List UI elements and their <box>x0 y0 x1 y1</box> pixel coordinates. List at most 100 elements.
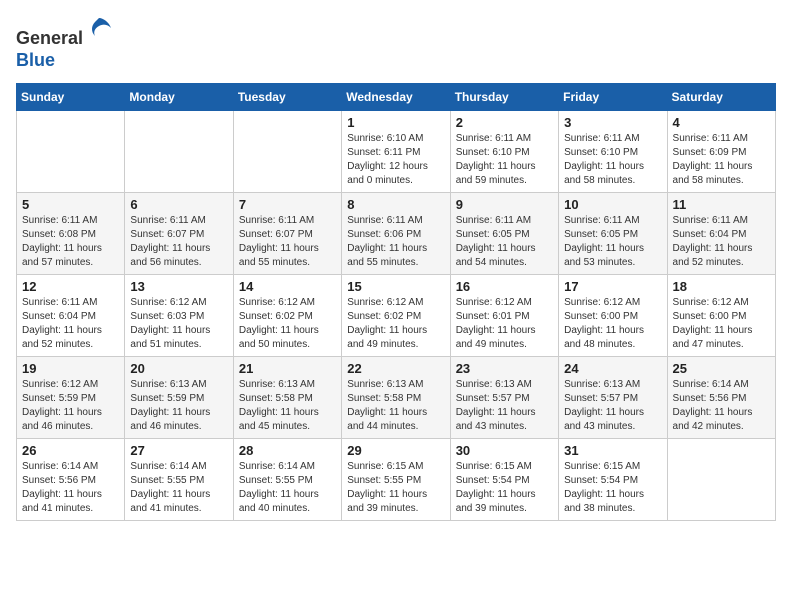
day-number: 23 <box>456 361 553 376</box>
calendar-cell: 8 Sunrise: 6:11 AM Sunset: 6:06 PM Daylig… <box>342 193 450 275</box>
calendar-cell <box>17 111 125 193</box>
calendar-cell: 13 Sunrise: 6:12 AM Sunset: 6:03 PM Dayli… <box>125 275 233 357</box>
day-number: 8 <box>347 197 444 212</box>
calendar-cell: 18 Sunrise: 6:12 AM Sunset: 6:00 PM Dayli… <box>667 275 775 357</box>
day-number: 9 <box>456 197 553 212</box>
day-number: 27 <box>130 443 227 458</box>
calendar-week-row: 19 Sunrise: 6:12 AM Sunset: 5:59 PM Dayli… <box>17 357 776 439</box>
day-info: Sunrise: 6:12 AM Sunset: 6:02 PM Dayligh… <box>239 296 336 352</box>
day-info: Sunrise: 6:12 AM Sunset: 6:00 PM Dayligh… <box>673 296 770 352</box>
calendar-cell: 9 Sunrise: 6:11 AM Sunset: 6:05 PM Daylig… <box>450 193 558 275</box>
day-info: Sunrise: 6:13 AM Sunset: 5:58 PM Dayligh… <box>239 378 336 434</box>
calendar-cell: 6Sunrise: 6:11 AM Sunset: 6:07 PM Daylig… <box>125 193 233 275</box>
day-number: 17 <box>564 279 661 294</box>
day-number: 30 <box>456 443 553 458</box>
day-number: 19 <box>22 361 119 376</box>
day-number: 12 <box>22 279 119 294</box>
day-info: Sunrise: 6:11 AM Sunset: 6:06 PM Dayligh… <box>347 214 444 270</box>
calendar-cell: 11 Sunrise: 6:11 AM Sunset: 6:04 PM Dayli… <box>667 193 775 275</box>
day-info: Sunrise: 6:11 AM Sunset: 6:10 PM Dayligh… <box>456 132 553 188</box>
day-number: 21 <box>239 361 336 376</box>
calendar-cell: 21 Sunrise: 6:13 AM Sunset: 5:58 PM Dayli… <box>233 357 341 439</box>
day-number: 2 <box>456 115 553 130</box>
page-header: General Blue <box>16 16 776 71</box>
day-of-week-header: Saturday <box>667 84 775 111</box>
logo: General Blue <box>16 16 113 71</box>
calendar-cell: 27Sunrise: 6:14 AM Sunset: 5:55 PM Dayli… <box>125 439 233 521</box>
day-info: Sunrise: 6:15 AM Sunset: 5:55 PM Dayligh… <box>347 460 444 516</box>
day-number: 25 <box>673 361 770 376</box>
day-number: 24 <box>564 361 661 376</box>
calendar-cell <box>667 439 775 521</box>
calendar-cell: 28 Sunrise: 6:14 AM Sunset: 5:55 PM Dayli… <box>233 439 341 521</box>
day-of-week-header: Thursday <box>450 84 558 111</box>
calendar-cell: 16 Sunrise: 6:12 AM Sunset: 6:01 PM Dayli… <box>450 275 558 357</box>
calendar-cell <box>125 111 233 193</box>
day-info: Sunrise: 6:14 AM Sunset: 5:56 PM Dayligh… <box>22 460 119 516</box>
calendar-body: 1 Sunrise: 6:10 AM Sunset: 6:11 PM Daylig… <box>17 111 776 521</box>
day-number: 11 <box>673 197 770 212</box>
day-number: 3 <box>564 115 661 130</box>
day-number: 6 <box>130 197 227 212</box>
day-number: 1 <box>347 115 444 130</box>
day-info: Sunrise: 6:11 AM Sunset: 6:04 PM Dayligh… <box>673 214 770 270</box>
day-of-week-header: Wednesday <box>342 84 450 111</box>
calendar-cell: 24Sunrise: 6:13 AM Sunset: 5:57 PM Dayli… <box>559 357 667 439</box>
calendar-cell: 23 Sunrise: 6:13 AM Sunset: 5:57 PM Dayli… <box>450 357 558 439</box>
calendar-table: SundayMondayTuesdayWednesdayThursdayFrid… <box>16 83 776 521</box>
day-info: Sunrise: 6:12 AM Sunset: 6:00 PM Dayligh… <box>564 296 661 352</box>
calendar-cell: 19 Sunrise: 6:12 AM Sunset: 5:59 PM Dayli… <box>17 357 125 439</box>
calendar-cell: 17 Sunrise: 6:12 AM Sunset: 6:00 PM Dayli… <box>559 275 667 357</box>
calendar-cell: 4 Sunrise: 6:11 AM Sunset: 6:09 PM Daylig… <box>667 111 775 193</box>
calendar-cell: 26 Sunrise: 6:14 AM Sunset: 5:56 PM Dayli… <box>17 439 125 521</box>
calendar-cell <box>233 111 341 193</box>
calendar-cell: 14Sunrise: 6:12 AM Sunset: 6:02 PM Dayli… <box>233 275 341 357</box>
calendar-cell: 5Sunrise: 6:11 AM Sunset: 6:08 PM Daylig… <box>17 193 125 275</box>
calendar-cell: 22 Sunrise: 6:13 AM Sunset: 5:58 PM Dayli… <box>342 357 450 439</box>
day-info: Sunrise: 6:14 AM Sunset: 5:55 PM Dayligh… <box>239 460 336 516</box>
day-info: Sunrise: 6:11 AM Sunset: 6:09 PM Dayligh… <box>673 132 770 188</box>
day-info: Sunrise: 6:11 AM Sunset: 6:07 PM Dayligh… <box>239 214 336 270</box>
calendar-week-row: 1 Sunrise: 6:10 AM Sunset: 6:11 PM Daylig… <box>17 111 776 193</box>
day-info: Sunrise: 6:12 AM Sunset: 6:03 PM Dayligh… <box>130 296 227 352</box>
day-number: 28 <box>239 443 336 458</box>
calendar-week-row: 26 Sunrise: 6:14 AM Sunset: 5:56 PM Dayli… <box>17 439 776 521</box>
day-info: Sunrise: 6:11 AM Sunset: 6:05 PM Dayligh… <box>456 214 553 270</box>
calendar-cell: 25 Sunrise: 6:14 AM Sunset: 5:56 PM Dayli… <box>667 357 775 439</box>
day-number: 4 <box>673 115 770 130</box>
day-info: Sunrise: 6:13 AM Sunset: 5:57 PM Dayligh… <box>456 378 553 434</box>
day-info: Sunrise: 6:13 AM Sunset: 5:59 PM Dayligh… <box>130 378 227 434</box>
day-number: 15 <box>347 279 444 294</box>
calendar-cell: 1 Sunrise: 6:10 AM Sunset: 6:11 PM Daylig… <box>342 111 450 193</box>
day-number: 13 <box>130 279 227 294</box>
day-number: 10 <box>564 197 661 212</box>
day-number: 31 <box>564 443 661 458</box>
day-number: 20 <box>130 361 227 376</box>
day-info: Sunrise: 6:11 AM Sunset: 6:05 PM Dayligh… <box>564 214 661 270</box>
calendar-cell: 2 Sunrise: 6:11 AM Sunset: 6:10 PM Daylig… <box>450 111 558 193</box>
day-info: Sunrise: 6:15 AM Sunset: 5:54 PM Dayligh… <box>564 460 661 516</box>
calendar-cell: 29Sunrise: 6:15 AM Sunset: 5:55 PM Dayli… <box>342 439 450 521</box>
day-of-week-header: Friday <box>559 84 667 111</box>
day-number: 26 <box>22 443 119 458</box>
day-info: Sunrise: 6:11 AM Sunset: 6:04 PM Dayligh… <box>22 296 119 352</box>
day-info: Sunrise: 6:11 AM Sunset: 6:08 PM Dayligh… <box>22 214 119 270</box>
day-info: Sunrise: 6:12 AM Sunset: 5:59 PM Dayligh… <box>22 378 119 434</box>
day-number: 22 <box>347 361 444 376</box>
day-number: 7 <box>239 197 336 212</box>
calendar-header-row: SundayMondayTuesdayWednesdayThursdayFrid… <box>17 84 776 111</box>
day-info: Sunrise: 6:10 AM Sunset: 6:11 PM Dayligh… <box>347 132 444 188</box>
calendar-cell: 20 Sunrise: 6:13 AM Sunset: 5:59 PM Dayli… <box>125 357 233 439</box>
day-info: Sunrise: 6:12 AM Sunset: 6:02 PM Dayligh… <box>347 296 444 352</box>
day-info: Sunrise: 6:12 AM Sunset: 6:01 PM Dayligh… <box>456 296 553 352</box>
day-info: Sunrise: 6:13 AM Sunset: 5:58 PM Dayligh… <box>347 378 444 434</box>
day-number: 16 <box>456 279 553 294</box>
logo-blue: Blue <box>16 50 55 70</box>
logo-general: General <box>16 28 83 48</box>
calendar-week-row: 5Sunrise: 6:11 AM Sunset: 6:08 PM Daylig… <box>17 193 776 275</box>
calendar-cell: 3Sunrise: 6:11 AM Sunset: 6:10 PM Daylig… <box>559 111 667 193</box>
day-number: 18 <box>673 279 770 294</box>
day-of-week-header: Monday <box>125 84 233 111</box>
day-info: Sunrise: 6:14 AM Sunset: 5:56 PM Dayligh… <box>673 378 770 434</box>
calendar-cell: 7 Sunrise: 6:11 AM Sunset: 6:07 PM Daylig… <box>233 193 341 275</box>
